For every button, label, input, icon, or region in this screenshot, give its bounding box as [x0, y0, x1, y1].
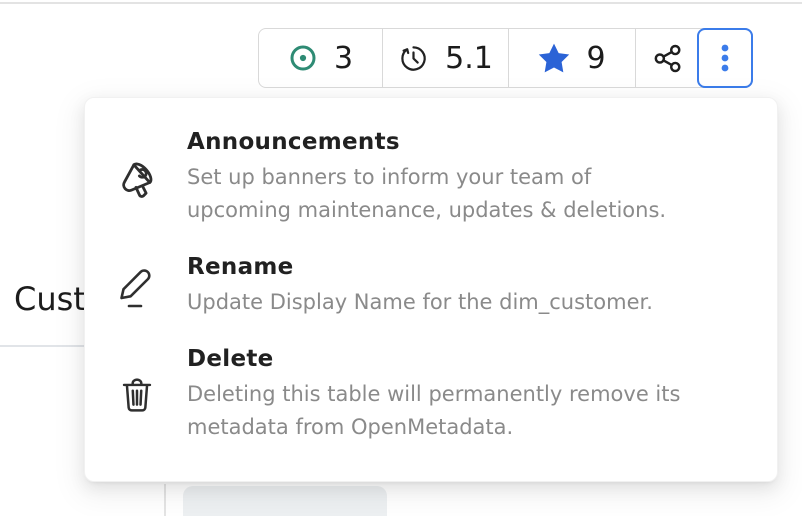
ellipsis-vertical-icon: [710, 41, 740, 75]
star-count-button[interactable]: 9: [508, 29, 635, 87]
trash-icon: [109, 372, 165, 418]
circle-dot-icon: [288, 43, 318, 73]
page-header-divider: [0, 2, 802, 4]
background-tab-label: Cust: [14, 280, 86, 318]
menu-item-description: Set up banners to inform your team of up…: [187, 161, 692, 227]
menu-item-description: Deleting this table will permanently rem…: [187, 378, 692, 444]
background-button: [183, 486, 387, 516]
grade-count: 3: [334, 41, 353, 76]
history-icon: [398, 43, 429, 74]
menu-item-title: Rename: [187, 254, 653, 280]
pencil-icon: [109, 262, 165, 310]
version-number: 5.1: [445, 41, 493, 76]
menu-item-description: Update Display Name for the dim_customer…: [187, 286, 653, 319]
menu-item-rename[interactable]: Rename Update Display Name for the dim_c…: [109, 254, 749, 319]
star-icon: [538, 42, 570, 74]
megaphone-icon: [109, 152, 165, 204]
menu-item-announcements[interactable]: Announcements Set up banners to inform y…: [109, 129, 749, 227]
manage-dropdown-menu: Announcements Set up banners to inform y…: [84, 97, 778, 482]
entity-actions-toolbar: 3 5.1 9: [258, 28, 753, 88]
menu-item-title: Announcements: [187, 129, 692, 155]
background-panel-divider: [164, 484, 166, 516]
menu-item-delete[interactable]: Delete Deleting this table will permanen…: [109, 346, 749, 444]
share-button[interactable]: [635, 29, 698, 87]
share-icon: [652, 43, 683, 74]
menu-item-title: Delete: [187, 346, 692, 372]
version-history-button[interactable]: 5.1: [382, 29, 508, 87]
star-count: 9: [586, 41, 605, 76]
more-options-button[interactable]: [697, 28, 753, 88]
grade-count-button[interactable]: 3: [259, 29, 382, 87]
